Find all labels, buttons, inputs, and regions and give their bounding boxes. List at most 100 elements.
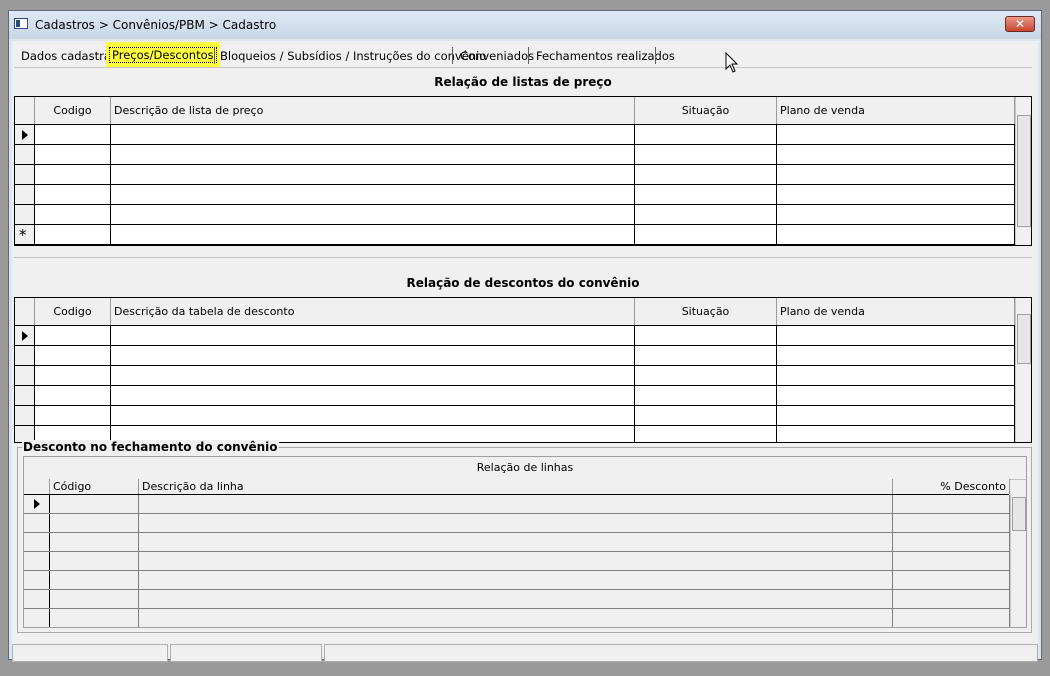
column-header-codigo[interactable]: Código bbox=[50, 479, 139, 494]
row-selector[interactable] bbox=[15, 145, 35, 164]
table-row[interactable] bbox=[15, 125, 1015, 145]
table-cell[interactable] bbox=[111, 125, 635, 144]
vertical-scrollbar[interactable] bbox=[1015, 97, 1031, 245]
table-cell[interactable] bbox=[111, 406, 635, 425]
row-selector[interactable] bbox=[15, 346, 35, 365]
table-cell[interactable] bbox=[777, 426, 1015, 442]
table-cell[interactable] bbox=[777, 406, 1015, 425]
table-cell[interactable] bbox=[50, 552, 139, 570]
table-row[interactable] bbox=[15, 145, 1015, 165]
table-cell[interactable] bbox=[635, 125, 777, 144]
table-cell[interactable] bbox=[35, 386, 111, 405]
table-cell[interactable] bbox=[635, 346, 777, 365]
table-cell[interactable] bbox=[777, 145, 1015, 164]
column-header-situacao[interactable]: Situação bbox=[635, 97, 777, 124]
table-cell[interactable] bbox=[893, 514, 1010, 532]
column-header-plano-venda[interactable]: Plano de venda bbox=[777, 298, 1015, 325]
table-cell[interactable] bbox=[635, 165, 777, 184]
table-cell[interactable] bbox=[111, 185, 635, 204]
table-cell[interactable] bbox=[777, 165, 1015, 184]
table-row[interactable] bbox=[15, 205, 1015, 225]
table-cell[interactable] bbox=[139, 571, 893, 589]
table-cell[interactable] bbox=[111, 326, 635, 345]
table-cell[interactable] bbox=[139, 609, 893, 627]
table-cell[interactable] bbox=[139, 495, 893, 513]
title-bar[interactable]: Cadastros > Convênios/PBM > Cadastro ✕ bbox=[9, 11, 1041, 39]
scrollbar-thumb[interactable] bbox=[1017, 314, 1031, 364]
row-selector[interactable] bbox=[15, 366, 35, 385]
table-cell[interactable] bbox=[111, 205, 635, 224]
table-row[interactable] bbox=[24, 552, 1010, 571]
row-selector[interactable] bbox=[15, 125, 35, 144]
table-row[interactable] bbox=[15, 386, 1015, 406]
table-cell[interactable] bbox=[777, 125, 1015, 144]
row-selector[interactable] bbox=[24, 495, 50, 513]
table-cell[interactable] bbox=[635, 386, 777, 405]
table-cell[interactable] bbox=[893, 571, 1010, 589]
row-selector[interactable] bbox=[24, 533, 50, 551]
table-cell[interactable] bbox=[50, 533, 139, 551]
table-row[interactable] bbox=[15, 185, 1015, 205]
table-cell[interactable] bbox=[111, 366, 635, 385]
table-row[interactable] bbox=[24, 609, 1010, 627]
table-cell[interactable] bbox=[50, 571, 139, 589]
table-row[interactable] bbox=[24, 514, 1010, 533]
table-cell[interactable] bbox=[893, 533, 1010, 551]
column-header-plano-venda[interactable]: Plano de venda bbox=[777, 97, 1015, 124]
row-selector[interactable] bbox=[24, 552, 50, 570]
column-header-desconto[interactable]: % Desconto bbox=[893, 479, 1010, 494]
row-selector[interactable] bbox=[15, 386, 35, 405]
table-cell[interactable] bbox=[777, 346, 1015, 365]
table-cell[interactable] bbox=[777, 185, 1015, 204]
lines-grid[interactable]: Relação de linhas Código Descrição da li… bbox=[23, 456, 1027, 628]
table-cell[interactable] bbox=[635, 426, 777, 442]
price-lists-grid[interactable]: Codigo Descrição de lista de preço Situa… bbox=[14, 96, 1032, 246]
table-cell[interactable] bbox=[893, 552, 1010, 570]
tab-precos-descontos[interactable]: Preços/Descontos bbox=[106, 42, 220, 68]
scrollbar-thumb[interactable] bbox=[1012, 497, 1026, 531]
row-selector[interactable] bbox=[24, 571, 50, 589]
table-cell[interactable] bbox=[777, 366, 1015, 385]
table-cell[interactable] bbox=[893, 609, 1010, 627]
column-header-descricao[interactable]: Descrição de lista de preço bbox=[111, 97, 635, 124]
table-cell[interactable] bbox=[35, 185, 111, 204]
table-row[interactable] bbox=[15, 406, 1015, 426]
vertical-scrollbar[interactable] bbox=[1015, 298, 1031, 442]
table-row[interactable] bbox=[24, 571, 1010, 590]
table-cell[interactable] bbox=[111, 165, 635, 184]
row-selector[interactable] bbox=[15, 406, 35, 425]
table-cell[interactable] bbox=[139, 514, 893, 532]
table-cell[interactable] bbox=[893, 590, 1010, 608]
table-cell[interactable] bbox=[139, 533, 893, 551]
row-selector[interactable]: * bbox=[15, 225, 35, 244]
tab-bloqueios[interactable]: Bloqueios / Subsídios / Instruções do co… bbox=[216, 48, 490, 65]
table-cell[interactable] bbox=[35, 225, 111, 244]
table-cell[interactable] bbox=[111, 225, 635, 244]
table-cell[interactable] bbox=[111, 386, 635, 405]
table-cell[interactable] bbox=[635, 185, 777, 204]
table-row[interactable] bbox=[15, 366, 1015, 386]
table-cell[interactable] bbox=[35, 205, 111, 224]
row-selector[interactable] bbox=[24, 609, 50, 627]
table-cell[interactable] bbox=[777, 386, 1015, 405]
close-button[interactable]: ✕ bbox=[1005, 16, 1035, 32]
table-cell[interactable] bbox=[777, 326, 1015, 345]
column-header-descricao[interactable]: Descrição da tabela de desconto bbox=[111, 298, 635, 325]
table-cell[interactable] bbox=[50, 495, 139, 513]
table-row[interactable] bbox=[24, 495, 1010, 514]
row-selector[interactable] bbox=[15, 165, 35, 184]
table-row[interactable]: * bbox=[15, 225, 1015, 245]
table-cell[interactable] bbox=[635, 145, 777, 164]
table-cell[interactable] bbox=[50, 590, 139, 608]
table-cell[interactable] bbox=[893, 495, 1010, 513]
discounts-grid[interactable]: Codigo Descrição da tabela de desconto S… bbox=[14, 297, 1032, 443]
column-header-codigo[interactable]: Codigo bbox=[35, 97, 111, 124]
column-header-situacao[interactable]: Situação bbox=[635, 298, 777, 325]
table-cell[interactable] bbox=[50, 514, 139, 532]
tab-conveniados[interactable]: Conveniados bbox=[456, 48, 538, 65]
row-selector[interactable] bbox=[15, 205, 35, 224]
table-row[interactable] bbox=[15, 165, 1015, 185]
table-cell[interactable] bbox=[35, 165, 111, 184]
row-selector[interactable] bbox=[15, 326, 35, 345]
table-row[interactable] bbox=[24, 533, 1010, 552]
